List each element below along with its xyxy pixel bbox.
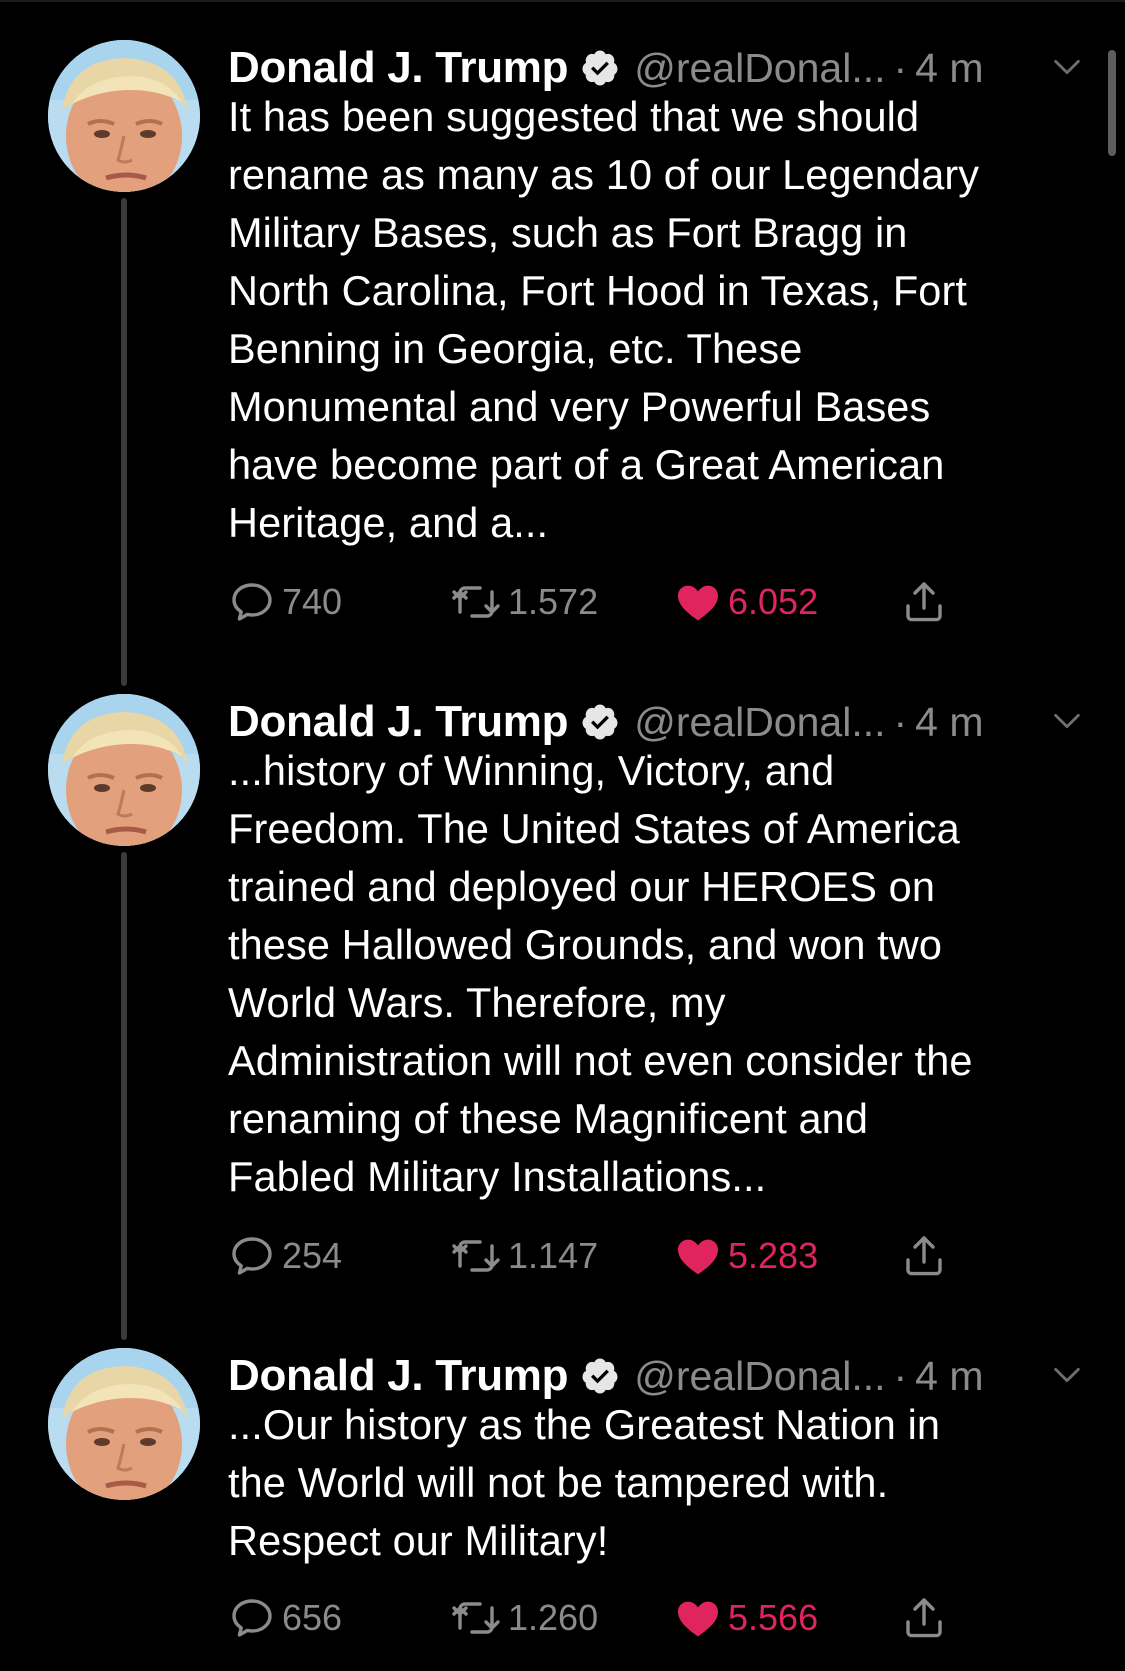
retweet-icon [450, 1594, 502, 1642]
tweet-text-line: North Carolina, Fort Hood in Texas, Fort [228, 267, 968, 314]
tweet-text-line: Benning in Georgia, etc. These [228, 325, 803, 372]
separator-dot: · [893, 698, 908, 745]
display-name[interactable]: Donald J. Trump [228, 697, 569, 747]
like-button[interactable]: 6.052 [674, 574, 818, 630]
display-name[interactable]: Donald J. Trump [228, 1351, 569, 1401]
like-button[interactable]: 5.566 [674, 1590, 818, 1646]
like-button[interactable]: 5.283 [674, 1228, 818, 1284]
tweet-text-line: Administration will not even consider th… [228, 1037, 973, 1084]
verified-badge-icon [568, 1356, 620, 1396]
tweet-text-line: rename as many as 10 of our Legendary [228, 151, 980, 198]
avatar[interactable] [48, 694, 200, 846]
tweet-text-line: Military Bases, such as Fort Bragg in [228, 209, 908, 256]
reply-bubble-icon [228, 1594, 276, 1642]
share-button[interactable] [900, 1228, 948, 1284]
like-count: 6.052 [728, 581, 819, 622]
tweet-actions: 656 1.260 5.566 [228, 1590, 1088, 1646]
scrollbar-thumb[interactable] [1108, 50, 1116, 156]
retweet-count: 1.572 [508, 581, 599, 622]
tweet-actions: 740 1.572 6.052 [228, 574, 1088, 630]
tweet-text: It has been suggested that we should rena… [228, 88, 1088, 552]
tweet-text: ...history of Winning, Victory, and Freed… [228, 742, 1088, 1206]
user-handle[interactable]: @realDonal... [634, 699, 885, 746]
tweet-text: ...Our history as the Greatest Nation in… [228, 1396, 1088, 1570]
tweet-text-line: these Hallowed Grounds, and won two [228, 921, 943, 968]
heart-filled-icon [674, 1594, 722, 1642]
retweet-button[interactable]: 1.147 [450, 1228, 598, 1284]
user-handle[interactable]: @realDonal... [634, 45, 885, 92]
retweet-button[interactable]: 1.572 [450, 574, 598, 630]
reply-button[interactable]: 254 [228, 1228, 342, 1284]
user-handle[interactable]: @realDonal... [634, 1353, 885, 1400]
reply-bubble-icon [228, 578, 276, 626]
avatar[interactable] [48, 40, 200, 192]
reply-count: 740 [282, 581, 343, 622]
verified-badge-icon [568, 48, 620, 88]
tweet-text-line: renaming of these Magnificent and [228, 1095, 869, 1142]
separator-dot: · [893, 1352, 908, 1399]
tweet-text-line: Monumental and very Powerful Bases [228, 383, 931, 430]
tweet-text-line: World Wars. Therefore, my [228, 979, 726, 1026]
tweet-text-line: Freedom. The United States of America [228, 805, 960, 852]
avatar[interactable] [48, 1348, 200, 1500]
reply-button[interactable]: 740 [228, 574, 342, 630]
like-count: 5.566 [728, 1597, 819, 1638]
share-icon [900, 1232, 948, 1280]
reply-count: 254 [282, 1235, 343, 1276]
separator-dot: · [893, 44, 908, 91]
tweet-text-line: Respect our Military! [228, 1517, 609, 1564]
share-icon [900, 1594, 948, 1642]
retweet-button[interactable]: 1.260 [450, 1590, 598, 1646]
tweet-actions: 254 1.147 5.283 [228, 1228, 1088, 1284]
tweet-text-line: have become part of a Great American [228, 441, 945, 488]
top-divider [0, 0, 1125, 2]
verified-badge-icon [568, 702, 620, 742]
tweet-text-line: It has been suggested that we should [228, 93, 920, 140]
retweet-icon [450, 578, 502, 626]
tweet-text-line: ...history of Winning, Victory, and [228, 747, 835, 794]
share-icon [900, 578, 948, 626]
reply-button[interactable]: 656 [228, 1590, 342, 1646]
display-name[interactable]: Donald J. Trump [228, 43, 569, 93]
reply-bubble-icon [228, 1232, 276, 1280]
timestamp[interactable]: 4 m [915, 699, 983, 746]
tweet-text-line: the World will not be tampered with. [228, 1459, 889, 1506]
heart-filled-icon [674, 578, 722, 626]
retweet-count: 1.260 [508, 1597, 599, 1638]
retweet-count: 1.147 [508, 1235, 599, 1276]
timestamp[interactable]: 4 m [915, 1353, 983, 1400]
tweet-text-line: Fabled Military Installations... [228, 1153, 767, 1200]
like-count: 5.283 [728, 1235, 819, 1276]
timestamp[interactable]: 4 m [915, 45, 983, 92]
share-button[interactable] [900, 1590, 948, 1646]
tweet-text-line: Heritage, and a... [228, 499, 549, 546]
thread-connector-line [121, 198, 127, 686]
tweet-text-line: ...Our history as the Greatest Nation in [228, 1401, 941, 1448]
heart-filled-icon [674, 1232, 722, 1280]
thread-connector-line [121, 852, 127, 1340]
tweet-text-line: trained and deployed our HEROES on [228, 863, 936, 910]
reply-count: 656 [282, 1597, 343, 1638]
retweet-icon [450, 1232, 502, 1280]
share-button[interactable] [900, 574, 948, 630]
